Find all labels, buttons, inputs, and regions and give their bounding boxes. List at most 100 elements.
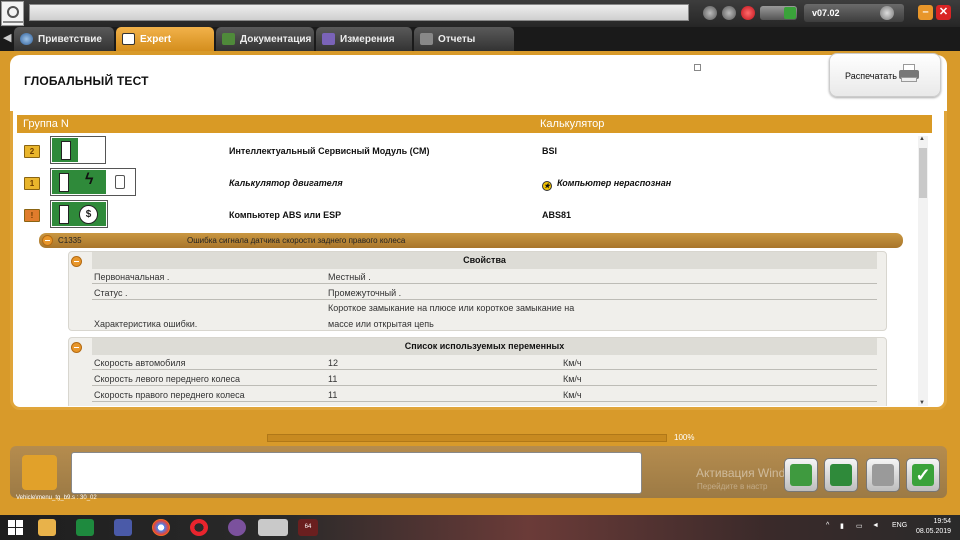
magnifier-icon [122,33,135,45]
variable-unit: Км/ч [563,390,582,400]
col-calc-header: Калькулятор [540,118,605,130]
property-row: Статус . Промежуточный . [92,285,877,300]
vertical-scrollbar[interactable]: ▲ ▼ [918,136,928,406]
plus-icon[interactable] [784,7,796,19]
refresh-button[interactable] [784,458,818,492]
home-icon[interactable] [722,6,736,20]
tab-label: Приветствие [38,34,102,45]
volume-icon[interactable]: ◄ [872,522,879,529]
ecu-name: Интеллектуальный Сервисный Модуль (СМ) [229,146,430,156]
page-title: ГЛОБАЛЬНЫЙ ТЕСТ [24,74,149,88]
tab-expert[interactable]: Expert [116,27,214,51]
app-badge-icon[interactable]: 64 [298,519,318,536]
property-key: Первоначальная . [94,272,170,282]
tab-measurements[interactable]: Измерения [316,27,412,51]
tab-label: Измерения [340,34,395,45]
print-button[interactable]: Распечатать [829,53,941,97]
star-warning-icon: ★ [542,181,552,191]
erase-button[interactable] [866,458,900,492]
report-icon [420,33,433,45]
variable-key: Скорость левого переднего колеса [94,374,241,384]
language-indicator[interactable]: ENG [892,522,907,529]
variable-key: Скорость правого переднего колеса [94,390,245,400]
property-key: Характеристика ошибки. [94,319,198,329]
status-field [29,4,689,21]
variable-value: 11 [328,374,338,384]
property-row: Первоначальная . Местный . [92,269,877,284]
property-value-line2: массе или открытая цепь [328,319,434,329]
scroll-thumb[interactable] [919,148,927,198]
chevron-left-icon[interactable]: ◀ [3,31,11,44]
network-icon[interactable]: ▮ [840,522,844,530]
windows-start-icon[interactable] [8,520,23,535]
property-key: Статус . [94,288,128,298]
collapse-icon[interactable] [42,235,53,246]
fault-description: Ошибка сигнала датчика скорости заднего … [187,236,406,245]
fault-code: C1335 [58,236,82,245]
minimize-button[interactable]: – [918,5,933,20]
page-header [10,55,947,111]
version-label: v07.02 [812,8,840,18]
variable-unit: Км/ч [563,374,582,384]
table-row[interactable]: 2 Интеллектуальный Сервисный Модуль (СМ)… [17,134,917,166]
chrome-icon[interactable] [152,519,170,536]
windows-watermark: Активация Windo [696,466,792,480]
tab-label: Отчеты [438,34,476,45]
file-path: Vehicle\menu_tg_b9.s : 30_02 [16,495,97,501]
tray-chevron-icon[interactable]: ^ [826,522,829,529]
ecu-image [50,136,106,164]
tab-bar: ◀ Приветствие Expert Документация Измере… [0,27,960,51]
checkmark-icon: ✓ [912,464,934,486]
collapse-icon[interactable] [71,256,82,267]
ecu-button[interactable] [824,458,858,492]
tab-reports[interactable]: Отчеты [414,27,514,51]
scroll-down-icon[interactable]: ▼ [919,400,925,406]
fault-row[interactable]: C1335 Ошибка сигнала датчика скорости за… [39,233,903,248]
tab-label: Expert [140,34,172,45]
refresh-icon [790,464,812,486]
status-indicator [22,455,57,490]
tab-welcome[interactable]: Приветствие [14,27,114,51]
scroll-up-icon[interactable]: ▲ [919,136,925,142]
variables-section: Список используемых переменных Скорость … [68,337,887,406]
tab-documentation[interactable]: Документация [216,27,314,51]
section-title: Список используемых переменных [92,338,877,355]
dial-icon[interactable] [880,6,894,20]
version-badge: v07.02 [804,4,904,22]
injector-icon [115,175,125,189]
collapse-icon[interactable] [71,342,82,353]
eraser-icon [872,464,894,486]
book-icon [222,33,235,45]
ecu-calc-wrap: ★ Компьютер нераспознан [542,178,671,191]
excel-icon[interactable] [76,519,94,536]
table-row[interactable]: ! $ Компьютер ABS или ESP ABS81 [17,198,917,230]
app-window: v07.02 – ✕ ◀ Приветствие Expert Документ… [0,0,960,540]
ecu-name: Калькулятор двигателя [229,178,343,188]
app-badge: 64 [304,524,312,530]
top-bar: v07.02 – ✕ [0,0,960,27]
back-icon[interactable] [703,6,717,20]
save-app-icon[interactable] [114,519,132,536]
confirm-button[interactable]: ✓ [906,458,940,492]
variable-value: 12 [328,358,339,368]
viber-icon[interactable] [228,519,246,536]
variable-key: Скорость автомобиля [94,358,186,368]
diagbox-taskbar-icon[interactable] [258,519,288,536]
ecu-calc: Компьютер нераспознан [557,178,672,188]
folder-warning-icon[interactable]: ! [24,209,40,222]
folder-icon[interactable]: 1 [24,177,40,190]
globe-icon [20,33,33,45]
folder-app-icon[interactable] [38,519,56,536]
clock-time: 19:54 [933,518,952,525]
target-icon[interactable] [741,6,755,20]
battery-tray-icon[interactable]: ▭ [856,522,863,530]
ecu-calc: BSI [542,146,558,156]
close-button[interactable]: ✕ [936,5,951,20]
ecu-calc: ABS81 [542,210,572,220]
clock[interactable]: 19:54 08.05.2019 [916,517,951,537]
table-row[interactable]: 1 ϟ Калькулятор двигателя ★ Компьютер нер… [17,166,917,198]
folder-icon[interactable]: 2 [24,145,40,158]
opera-icon[interactable] [190,519,208,536]
printer-icon [897,64,919,82]
property-value: Промежуточный . [328,288,402,298]
